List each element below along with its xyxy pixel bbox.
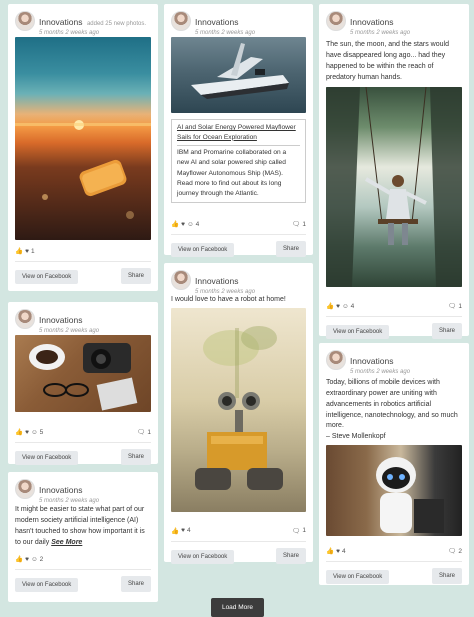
- reaction-bar: 👍 ♥ 4 🗨 1: [171, 526, 306, 536]
- heart-icon: ♥: [25, 428, 29, 436]
- avatar[interactable]: [15, 11, 35, 31]
- reaction-count[interactable]: 1: [31, 248, 35, 255]
- heart-icon: ♥: [181, 527, 185, 535]
- view-on-facebook-button[interactable]: View on Facebook: [15, 578, 79, 593]
- view-on-facebook-button[interactable]: View on Facebook: [326, 570, 390, 585]
- post-time[interactable]: 5 months 2 weeks ago: [350, 369, 410, 376]
- post-photo[interactable]: [326, 445, 462, 537]
- view-on-facebook-button[interactable]: View on Facebook: [15, 270, 79, 284]
- heart-icon: ♥: [336, 302, 340, 310]
- comment-icon: 🗨: [448, 548, 457, 556]
- view-on-facebook-button[interactable]: View on Facebook: [326, 325, 390, 340]
- heart-icon: ♥: [336, 547, 340, 555]
- post-card: Innovations 5 months 2 weeks ago Today, …: [319, 343, 469, 585]
- reaction-count[interactable]: 4: [187, 527, 191, 534]
- avatar[interactable]: [15, 309, 35, 329]
- post-author[interactable]: Innovations: [195, 17, 238, 27]
- wow-face-icon: ☺: [30, 428, 38, 436]
- reaction-bar: 👍 ♥ ☺ 5 🗨 1: [15, 427, 151, 437]
- avatar[interactable]: [15, 479, 35, 499]
- thumbs-up-icon: 👍: [15, 248, 24, 255]
- comment-icon: 🗨: [448, 303, 457, 311]
- thumbs-up-icon: 👍: [15, 429, 24, 436]
- link-preview[interactable]: AI and Solar Energy Powered Mayflower Sa…: [171, 119, 306, 204]
- reaction-bar: 👍 ♥ ☺ 2: [15, 554, 151, 564]
- share-button[interactable]: Share: [275, 241, 306, 258]
- view-on-facebook-button[interactable]: View on Facebook: [171, 243, 235, 258]
- load-more-button[interactable]: Load More: [211, 598, 264, 617]
- reaction-count[interactable]: 4: [196, 221, 200, 228]
- thumbs-up-icon: 👍: [326, 303, 335, 311]
- post-card: Innovations 5 months 2 weeks ago I would…: [164, 263, 313, 564]
- post-photo[interactable]: [15, 37, 151, 240]
- thumbs-up-icon: 👍: [326, 548, 335, 556]
- thumbs-up-icon: 👍: [171, 221, 180, 229]
- reaction-bar: 👍 ♥ 4 🗨 2: [326, 546, 462, 556]
- post-text: The sun, the moon, and the stars would h…: [326, 41, 449, 81]
- heart-icon: ♥: [181, 220, 185, 228]
- post-card: Innovations added 25 new photos. 5 month…: [8, 4, 158, 291]
- avatar[interactable]: [326, 11, 346, 31]
- reaction-count[interactable]: 4: [342, 548, 346, 555]
- post-card: Innovations 5 months 2 weeks ago 👍 ♥ ☺ 5 🗨…: [8, 302, 158, 465]
- reaction-count[interactable]: 5: [40, 429, 44, 436]
- post-photo[interactable]: [171, 37, 306, 113]
- comment-count[interactable]: 1: [302, 527, 306, 534]
- share-button[interactable]: Share: [120, 449, 151, 465]
- post-photo[interactable]: [15, 335, 151, 412]
- comment-count[interactable]: 1: [147, 429, 151, 436]
- post-card: Innovations 5 months 2 weeks ago It migh…: [8, 472, 158, 602]
- heart-icon: ♥: [25, 247, 29, 255]
- avatar[interactable]: [171, 11, 191, 31]
- comment-count[interactable]: 2: [458, 548, 462, 555]
- post-author[interactable]: Innovations: [39, 485, 82, 495]
- reaction-count[interactable]: 2: [40, 556, 44, 563]
- reaction-bar: 👍 ♥ ☺ 4 🗨 1: [171, 219, 306, 229]
- reaction-bar: 👍 ♥ ☺ 4 🗨 1: [326, 301, 462, 311]
- post-author[interactable]: Innovations: [39, 17, 82, 27]
- post-action: added 25 new photos.: [86, 21, 146, 27]
- post-text: It might be easier to state what part of…: [15, 505, 151, 548]
- comment-icon: 🗨: [292, 527, 301, 535]
- avatar[interactable]: [326, 350, 346, 370]
- view-on-facebook-button[interactable]: View on Facebook: [15, 451, 79, 465]
- post-time[interactable]: 5 months 2 weeks ago: [350, 30, 410, 37]
- post-author[interactable]: Innovations: [195, 276, 238, 286]
- post-card: Innovations 5 months 2 weeks ago AI and …: [164, 4, 313, 258]
- post-photo[interactable]: [326, 87, 462, 288]
- post-author[interactable]: Innovations: [350, 17, 393, 27]
- link-title[interactable]: AI and Solar Energy Powered Mayflower Sa…: [177, 123, 300, 145]
- comment-count[interactable]: 1: [302, 221, 306, 228]
- share-button[interactable]: Share: [120, 576, 151, 593]
- comment-icon: 🗨: [292, 221, 301, 229]
- post-card: Innovations 5 months 2 weeks ago The sun…: [319, 4, 469, 340]
- post-author[interactable]: Innovations: [350, 356, 393, 366]
- post-text: I would love to have a robot at home!: [171, 296, 286, 303]
- comment-count[interactable]: 1: [458, 303, 462, 310]
- wow-face-icon: ☺: [30, 555, 38, 563]
- share-button[interactable]: Share: [431, 323, 462, 340]
- thumbs-up-icon: 👍: [15, 556, 24, 564]
- comment-icon: 🗨: [137, 429, 146, 436]
- view-on-facebook-button[interactable]: View on Facebook: [171, 549, 235, 564]
- wow-face-icon: ☺: [186, 220, 194, 228]
- post-author[interactable]: Innovations: [39, 315, 82, 325]
- post-photo[interactable]: [171, 307, 306, 512]
- avatar[interactable]: [171, 270, 191, 290]
- wow-face-icon: ☺: [341, 302, 349, 310]
- reaction-count[interactable]: 4: [351, 303, 355, 310]
- share-button[interactable]: Share: [275, 547, 306, 564]
- see-more-link[interactable]: See More: [51, 539, 82, 546]
- heart-icon: ♥: [25, 555, 29, 563]
- share-button[interactable]: Share: [431, 568, 462, 585]
- thumbs-up-icon: 👍: [171, 527, 180, 535]
- reaction-bar: 👍 ♥ 1: [15, 246, 151, 256]
- link-description: IBM and Promarine collaborated on a new …: [177, 149, 287, 197]
- share-button[interactable]: Share: [120, 268, 151, 284]
- post-text: Today, billions of mobile devices with e…: [326, 379, 458, 441]
